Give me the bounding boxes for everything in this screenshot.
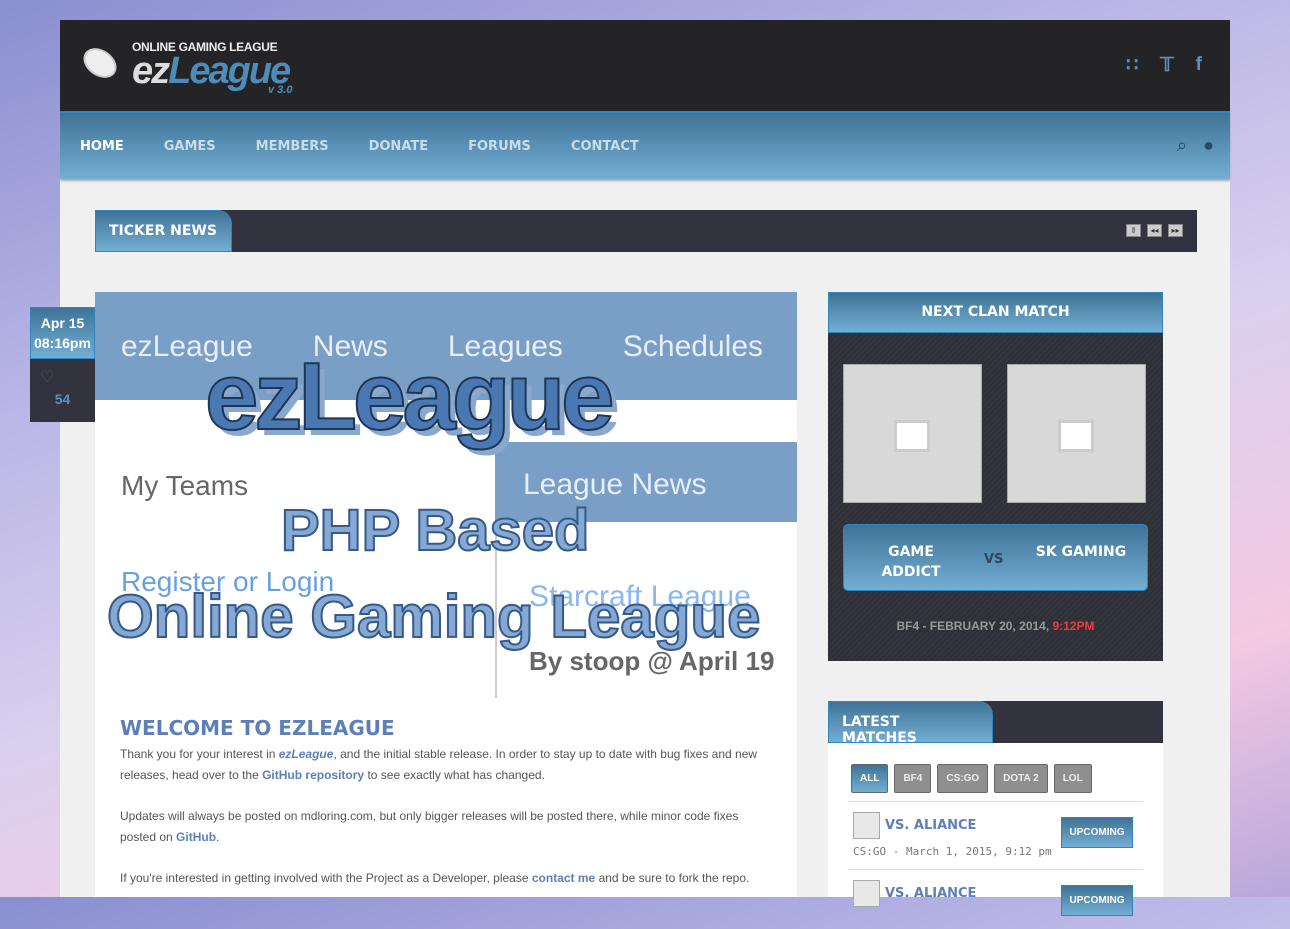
nav-home[interactable]: HOME (80, 139, 124, 154)
hero-my-teams: My Teams (121, 470, 249, 501)
logo-text: ezLeague (132, 50, 291, 93)
like-count: 54 (54, 391, 71, 407)
status-button[interactable]: UPCOMING (1061, 885, 1133, 916)
panel-title: NEXT CLAN MATCH (828, 292, 1163, 333)
team-thumbnail (853, 812, 880, 839)
match-row[interactable]: VS. ALIANCE UPCOMING (848, 869, 1143, 929)
github-repo-link[interactable]: GitHub repository (262, 768, 364, 782)
hero-subtitle: PHP Based (280, 497, 590, 564)
user-icon[interactable]: ● (1203, 135, 1214, 156)
heart-icon[interactable]: ♡ (40, 367, 95, 387)
logo-ez: ez (132, 50, 170, 92)
team1-image (843, 364, 982, 503)
text: Thank you for your interest in (120, 747, 279, 761)
rewind-icon[interactable]: ◂◂ (1147, 224, 1162, 237)
welcome-paragraph: Thank you for your interest in ezLeague,… (120, 744, 772, 786)
panel-title: LATEST MATCHES (828, 701, 993, 746)
match-meta: CS:GO - March 1, 2015, 9:12 pm (853, 845, 1052, 858)
ticker-bar: TICKER NEWS ‖ ◂◂ ▸▸ (95, 210, 1197, 252)
welcome-title: WELCOME TO EZLEAGUE (120, 716, 395, 740)
match-teams[interactable]: GAME ADDICT VS SK GAMING (843, 524, 1148, 591)
nav-contact[interactable]: CONTACT (571, 139, 639, 154)
twitter-icon[interactable]: 𝕋 (1160, 54, 1173, 77)
text: to see exactly what has changed. (364, 768, 545, 782)
post-date-badge: Apr 15 08:16pm ♡ 54 (30, 307, 95, 422)
post-time: 08:16pm (34, 335, 91, 351)
site-header: ONLINE GAMING LEAGUE ezLeague v 3.0 ∷ 𝕋 … (60, 20, 1230, 111)
match-info: BF4 - FEBRUARY 20, 2014, (896, 619, 1053, 633)
filter-csgo[interactable]: CS:GO (937, 764, 989, 793)
ezleague-link[interactable]: ezLeague (279, 747, 334, 761)
status-button[interactable]: UPCOMING (1061, 817, 1133, 848)
github-link[interactable]: GitHub (176, 830, 216, 844)
nav-donate[interactable]: DONATE (369, 139, 429, 154)
image-placeholder-icon (1058, 420, 1094, 452)
text: and be sure to fork the repo. (595, 871, 750, 885)
forward-icon[interactable]: ▸▸ (1168, 224, 1183, 237)
team2-name: SK GAMING (1035, 544, 1127, 560)
social-links: ∷ 𝕋 f (1126, 54, 1202, 77)
opponent-name[interactable]: VS. ALIANCE (885, 886, 976, 901)
text: If you're interested in getting involved… (120, 871, 532, 885)
next-clan-match-panel: NEXT CLAN MATCH GAME ADDICT VS SK GAMING… (828, 292, 1163, 661)
match-time: BF4 - FEBRUARY 20, 2014, 9:12PM (828, 619, 1163, 633)
main-nav: HOME GAMES MEMBERS DONATE FORUMS CONTACT… (60, 111, 1230, 179)
hero-image: ezLeague News Leagues Schedules My Teams Le… (95, 292, 797, 698)
hero-title: ezLeague (204, 342, 615, 451)
welcome-article: WELCOME TO EZLEAGUE Thank you for your i… (95, 698, 797, 897)
nav-members[interactable]: MEMBERS (256, 139, 329, 154)
site-logo[interactable]: ONLINE GAMING LEAGUE ezLeague v 3.0 (77, 34, 320, 104)
team-thumbnail (853, 880, 880, 907)
match-hour: 9:12PM (1052, 619, 1095, 633)
contact-me-link[interactable]: contact me (532, 871, 595, 885)
welcome-paragraph: If you're interested in getting involved… (120, 868, 772, 889)
image-placeholder-icon (894, 420, 930, 452)
pause-icon[interactable]: ‖ (1126, 224, 1141, 237)
filter-lol[interactable]: LOL (1053, 764, 1092, 793)
team2-image (1007, 364, 1146, 503)
text: . (216, 830, 220, 844)
facebook-icon[interactable]: f (1196, 54, 1202, 77)
post-date: Apr 15 (40, 315, 85, 331)
hero-tagline: Online Gaming League (106, 582, 761, 651)
page-container: ONLINE GAMING LEAGUE ezLeague v 3.0 ∷ 𝕋 … (60, 20, 1230, 916)
mouse-icon (77, 42, 123, 84)
rss-icon[interactable]: ∷ (1126, 54, 1138, 77)
vs-label: VS (984, 552, 1004, 567)
filter-all[interactable]: ALL (851, 764, 889, 793)
welcome-paragraph: Updates will always be posted on mdlorin… (120, 806, 772, 848)
nav-forums[interactable]: FORUMS (468, 139, 531, 154)
opponent-name[interactable]: VS. ALIANCE (885, 818, 976, 833)
match-row[interactable]: VS. ALIANCE CS:GO - March 1, 2015, 9:12 … (848, 801, 1143, 861)
hero-menu-item: Schedules (622, 330, 764, 363)
logo-version: v 3.0 (268, 84, 293, 96)
team1-name: GAME ADDICT (881, 544, 941, 580)
search-icon[interactable]: ⌕ (1177, 135, 1187, 156)
latest-matches-panel: LATEST MATCHES ALL BF4 CS:GO DOTA 2 LOL … (828, 701, 1163, 916)
filter-dota2[interactable]: DOTA 2 (994, 764, 1048, 793)
nav-games[interactable]: GAMES (164, 139, 216, 154)
filter-bf4[interactable]: BF4 (894, 764, 932, 793)
ticker-label: TICKER NEWS (95, 210, 232, 252)
